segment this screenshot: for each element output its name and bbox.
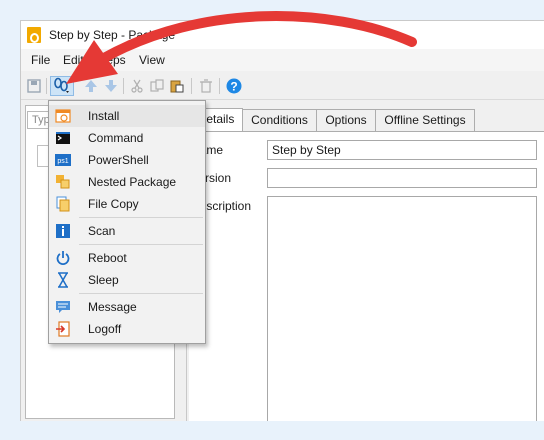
toolbar-separator [191,78,192,94]
clipboard-icon [170,80,184,93]
name-field[interactable]: Step by Step [267,140,537,160]
power-icon [56,251,70,265]
save-icon [27,79,41,93]
footsteps-icon [54,77,69,93]
menu-item-logoff[interactable]: Logoff [49,318,205,340]
menu-item-sleep[interactable]: Sleep [49,269,205,291]
tab-options[interactable]: Options [316,109,376,131]
menu-item-label: Install [88,109,120,123]
menu-item-powershell[interactable]: ps1 PowerShell [49,149,205,171]
app-logo-icon [27,27,41,43]
menu-view[interactable]: View [139,53,165,67]
menu-edit[interactable]: Edit [63,53,84,67]
menu-item-label: Reboot [88,251,127,265]
arrow-up-icon [85,80,97,92]
menu-item-scan[interactable]: Scan [49,220,205,242]
menu-steps[interactable]: Steps [95,53,126,67]
cut-button[interactable] [127,76,147,96]
add-step-menu: Install Command ps1 PowerShell Nested Pa… [48,100,206,344]
menu-item-label: Sleep [88,273,119,287]
menu-item-label: Nested Package [88,175,177,189]
help-button[interactable]: ? [224,76,244,96]
nested-package-icon [56,175,70,189]
scissors-icon [131,79,143,93]
menu-item-message[interactable]: Message [49,296,205,318]
menu-item-label: Message [88,300,137,314]
trash-icon [200,79,212,93]
menu-item-install[interactable]: Install [49,105,205,127]
command-icon [56,132,70,144]
tab-offline-settings[interactable]: Offline Settings [375,109,475,131]
file-copy-icon [56,196,70,212]
menu-item-reboot[interactable]: Reboot [49,247,205,269]
message-icon [56,301,70,313]
menu-file[interactable]: File [31,53,50,67]
menu-item-label: File Copy [88,197,139,211]
move-down-button[interactable] [101,76,121,96]
help-icon: ? [226,78,242,94]
add-step-button[interactable] [50,76,74,96]
menu-bar: File Edit Steps View [21,49,544,71]
title-bar: Step by Step - Package [21,21,544,49]
hourglass-icon [58,272,68,288]
menu-separator [79,217,203,218]
scan-icon [56,224,70,238]
copy-button[interactable] [147,76,167,96]
toolbar-separator [219,78,220,94]
install-icon [55,109,71,123]
toolbar: ? [21,73,544,100]
svg-text:ps1: ps1 [57,158,68,165]
menu-separator [79,244,203,245]
details-panel: Name Step by Step Version Description [189,131,544,421]
svg-text:?: ? [230,80,237,94]
menu-item-label: Command [88,131,144,145]
menu-item-command[interactable]: Command [49,127,205,149]
delete-button[interactable] [196,76,216,96]
paste-button[interactable] [167,76,187,96]
arrow-down-icon [105,80,117,92]
version-field[interactable] [267,168,537,188]
toolbar-separator [123,78,124,94]
toolbar-separator [46,78,47,94]
logoff-icon [56,321,70,337]
menu-item-label: Scan [88,224,116,238]
menu-separator [79,293,203,294]
copy-icon [150,79,164,92]
menu-item-label: PowerShell [88,153,149,167]
window-title: Step by Step - Package [49,28,176,42]
save-button[interactable] [24,76,44,96]
menu-item-label: Logoff [88,322,122,336]
description-field[interactable] [267,196,537,421]
menu-item-file-copy[interactable]: File Copy [49,193,205,215]
menu-item-nested-package[interactable]: Nested Package [49,171,205,193]
tab-conditions[interactable]: Conditions [242,109,317,131]
move-up-button[interactable] [81,76,101,96]
powershell-icon: ps1 [55,154,71,166]
